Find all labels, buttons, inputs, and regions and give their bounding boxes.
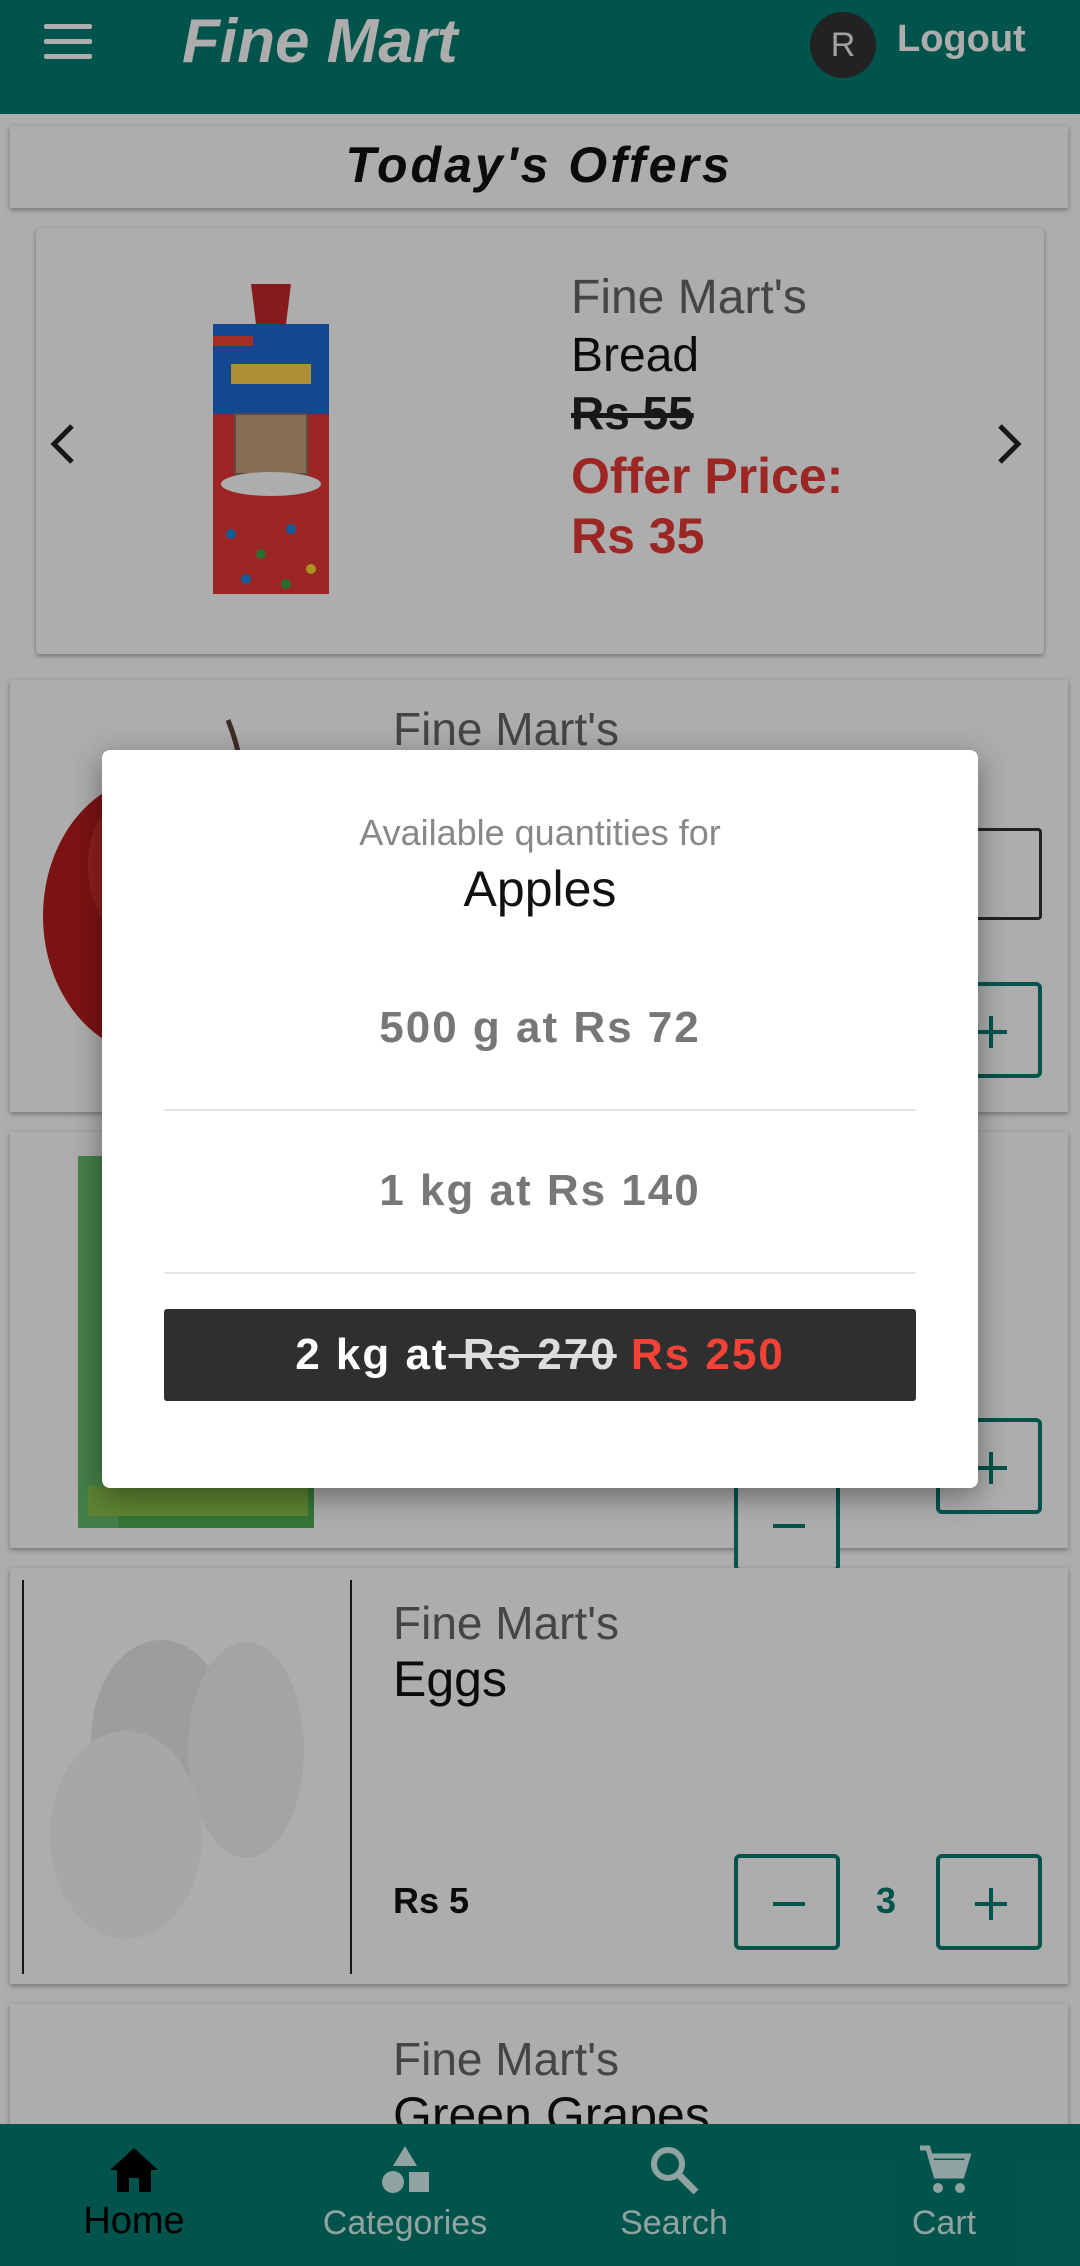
divider — [164, 1109, 916, 1111]
dialog-subtitle: Available quantities for — [359, 812, 721, 853]
quantity-option[interactable]: 500 g at Rs 72 — [164, 982, 916, 1074]
divider — [164, 1272, 916, 1274]
option-old-price: Rs 270 — [448, 1330, 617, 1379]
quantity-option[interactable]: 1 kg at Rs 140 — [164, 1145, 916, 1237]
quantity-dialog: Available quantities for Apples 500 g at… — [102, 750, 978, 1488]
option-quantity: 2 kg at — [295, 1330, 449, 1379]
option-new-price: Rs 250 — [616, 1330, 785, 1379]
dialog-title: Apples — [463, 861, 617, 917]
quantity-option-selected[interactable]: 2 kg at Rs 270 Rs 250 — [164, 1309, 916, 1401]
